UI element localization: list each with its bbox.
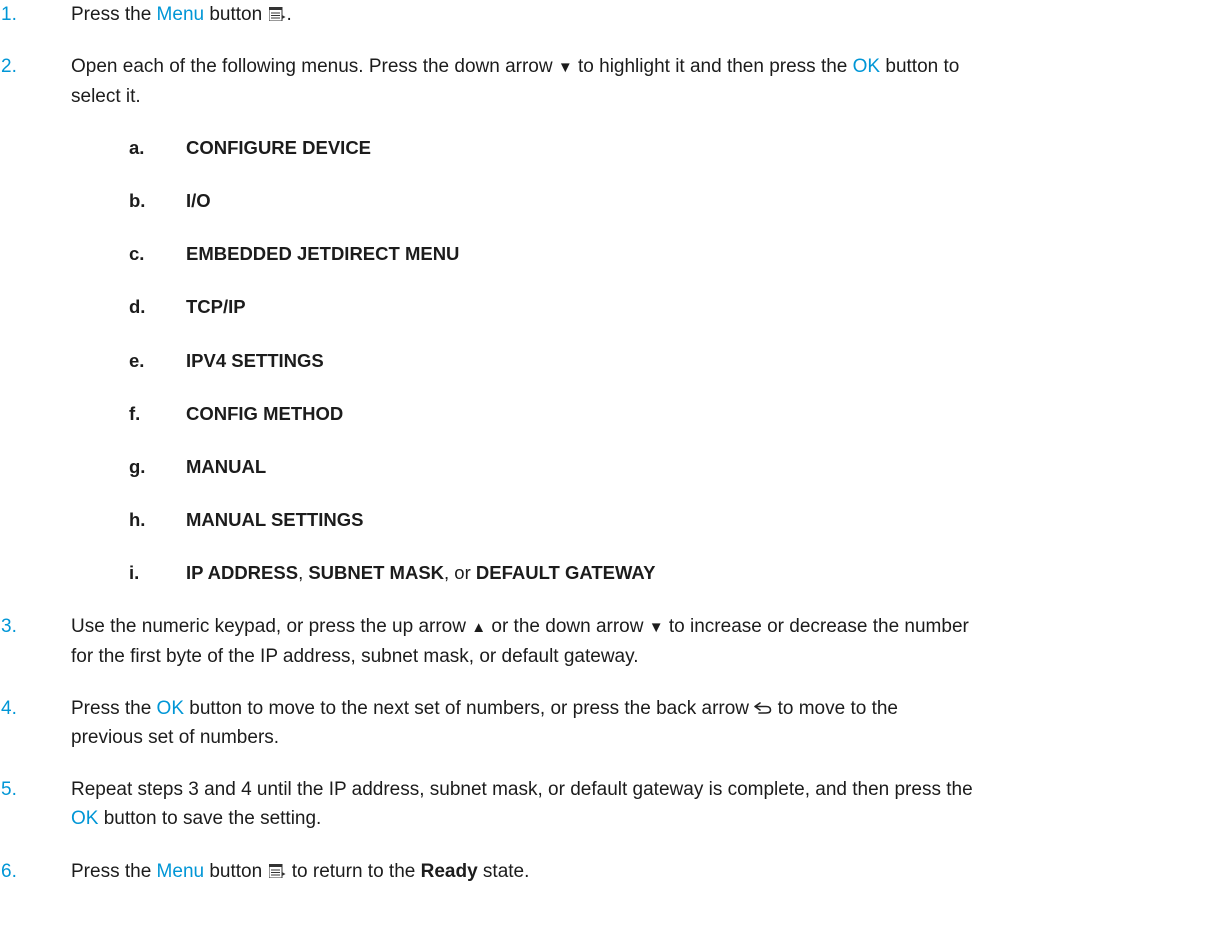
separator-text: , xyxy=(298,562,309,583)
step-text: Press the OK button to move to the next … xyxy=(71,694,1206,752)
step-text-segment: button to move to the next set of number… xyxy=(184,698,755,719)
step-text-segment: previous set of numbers. xyxy=(71,727,280,748)
step-number: 1. xyxy=(1,4,17,25)
step-text: Open each of the following menus. Press … xyxy=(71,52,1206,111)
menu-item-label: MANUAL xyxy=(186,456,267,477)
substep-letter: d. xyxy=(129,296,146,317)
menu-item-label: CONFIGURE DEVICE xyxy=(186,137,372,158)
menu-button-icon xyxy=(269,7,286,21)
step-text-segment: select it. xyxy=(71,86,141,107)
menu-button-icon xyxy=(269,864,286,878)
step-text-segment: state. xyxy=(477,861,530,882)
menu-term: Menu xyxy=(156,4,205,25)
substep-letter: f. xyxy=(129,403,141,424)
step-text-segment: button to save the setting. xyxy=(98,808,322,829)
step-text-segment: button xyxy=(204,4,268,25)
step-text-segment: to return to the xyxy=(286,861,421,882)
step-number: 5. xyxy=(1,779,17,800)
instruction-document: 1. Press the Menu button . 2. Open each … xyxy=(0,0,1214,947)
menu-item-label: IP ADDRESS, SUBNET MASK, or DEFAULT GATE… xyxy=(186,558,655,587)
substep-letter: h. xyxy=(129,509,146,530)
step-text-segment: button xyxy=(204,861,268,882)
separator-text: , or xyxy=(444,562,476,583)
step-text-segment: Use the numeric keypad, or press the up … xyxy=(71,616,472,637)
step-text-segment: for the first byte of the IP address, su… xyxy=(71,646,639,667)
substep-letter: g. xyxy=(129,456,146,477)
up-arrow-icon: ▲ xyxy=(471,619,487,636)
menu-item-label: I/O xyxy=(186,190,211,211)
step-text-segment: button to xyxy=(880,56,960,77)
step-text-segment: to highlight it and then press the xyxy=(572,56,853,77)
step-text-segment: Press the xyxy=(71,4,157,25)
substep-letter: b. xyxy=(129,190,146,211)
step-text-segment: Press the xyxy=(71,861,157,882)
substep-letter: e. xyxy=(129,350,145,371)
ok-term: OK xyxy=(852,56,881,77)
ready-term: Ready xyxy=(420,861,478,882)
step-text-segment: . xyxy=(286,4,292,25)
step-text-segment: Press the xyxy=(71,698,157,719)
menu-item-label: CONFIG METHOD xyxy=(186,403,344,424)
menu-item-label: TCP/IP xyxy=(186,296,246,317)
menu-item-label: IPV4 SETTINGS xyxy=(186,350,324,371)
step-text: Use the numeric keypad, or press the up … xyxy=(71,612,1206,671)
step-text: Press the Menu button to return to the R… xyxy=(71,857,1206,886)
down-arrow-icon: ▼ xyxy=(648,619,664,636)
substep-letter: a. xyxy=(129,137,145,158)
step-number: 3. xyxy=(1,616,17,637)
step-text-segment: to increase or decrease the number xyxy=(663,616,969,637)
step-number: 2. xyxy=(1,56,17,77)
ip-address-term: IP ADDRESS xyxy=(186,562,299,583)
step-text-segment: to move to the xyxy=(772,698,898,719)
step-text: Press the Menu button . xyxy=(71,0,1206,29)
menu-term: Menu xyxy=(156,861,205,882)
subnet-mask-term: SUBNET MASK xyxy=(308,562,445,583)
step-number: 4. xyxy=(1,698,17,719)
substep-letter: i. xyxy=(129,562,140,583)
step-number: 6. xyxy=(1,861,17,882)
down-arrow-icon: ▼ xyxy=(557,59,573,76)
step-text-segment: Open each of the following menus. Press … xyxy=(71,56,558,77)
default-gateway-term: DEFAULT GATEWAY xyxy=(475,562,656,583)
ok-term: OK xyxy=(156,698,184,719)
substep-letter: c. xyxy=(129,243,145,264)
menu-item-label: MANUAL SETTINGS xyxy=(186,509,364,530)
ok-term: OK xyxy=(71,808,99,829)
step-text-segment: Repeat steps 3 and 4 until the IP addres… xyxy=(71,779,973,800)
step-text: Repeat steps 3 and 4 until the IP addres… xyxy=(71,775,1206,833)
back-arrow-icon xyxy=(754,694,772,714)
step-text-segment: or the down arrow xyxy=(486,616,649,637)
menu-item-label: EMBEDDED JETDIRECT MENU xyxy=(186,243,460,264)
